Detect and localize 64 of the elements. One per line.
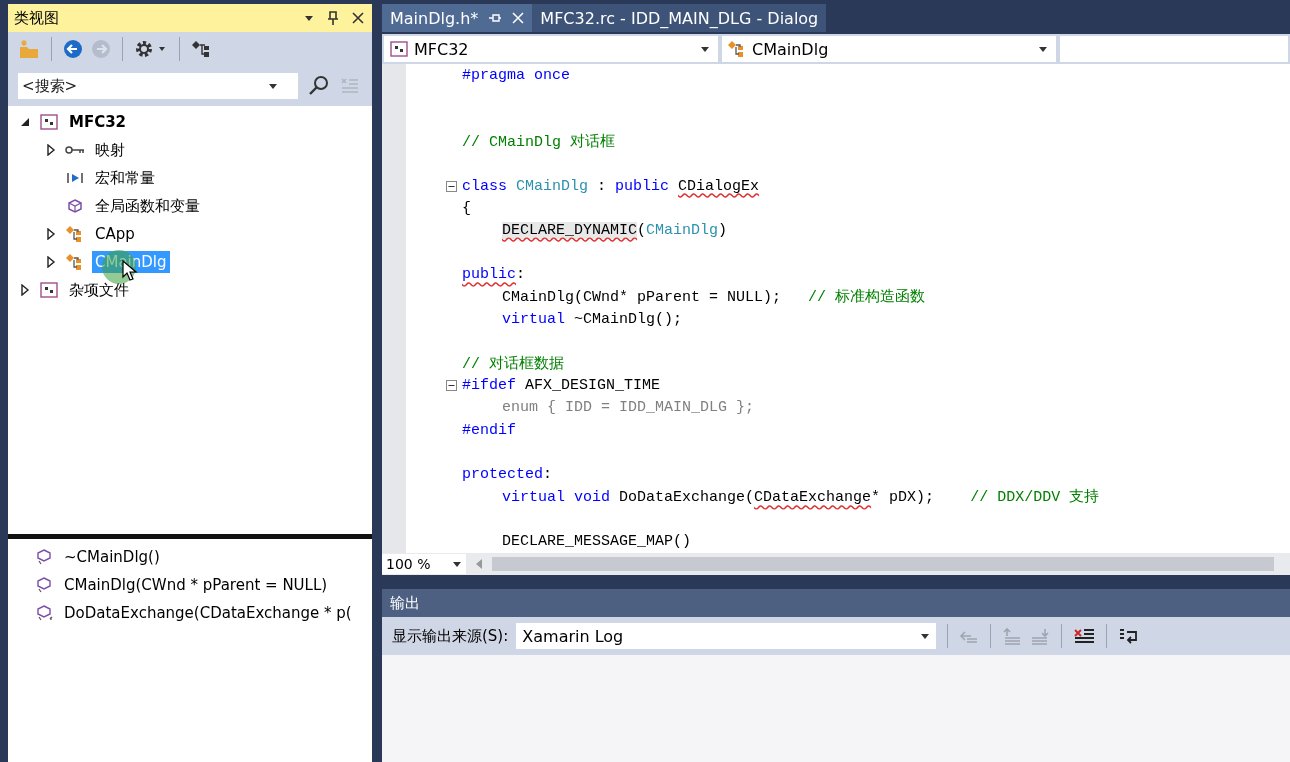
code-line: #ifdef AFX_DESIGN_TIME [462,377,661,395]
cube-icon [68,199,82,213]
pin-icon[interactable] [328,11,338,25]
code-line: public: [462,266,526,284]
code-line: enum { IDD = IDD_MAIN_DLG }; [502,399,755,417]
caret-icon[interactable] [920,632,931,640]
code-line: class CMainDlg : public CDialogEx [462,177,760,195]
tree-item[interactable]: MFC32 [66,111,130,133]
search-icon[interactable] [308,75,330,97]
source-dropdown[interactable]: Xamarin Log [516,623,937,649]
scrollbar-thumb[interactable] [492,557,1274,571]
back-icon[interactable] [63,39,83,59]
close-icon[interactable] [352,12,364,24]
member-item[interactable]: ~CMainDlg() [64,548,160,566]
dropdown-icon[interactable] [304,14,314,22]
key-icon [65,145,85,155]
code-line: virtual ~CMainDlg(); [502,310,683,328]
expand-arrow-icon[interactable] [46,228,56,240]
tab-label: MainDlg.h* [390,8,479,28]
code-line: // 对话框数据 [462,354,564,374]
caret-icon[interactable] [700,45,710,53]
document-tab[interactable]: MFC32.rc - IDD_MAIN_DLG - Dialog [532,4,827,32]
collapse-arrow-icon[interactable] [20,117,30,127]
code-line: virtual void DoDataExchange(CDataExchange* pDX); // DDX/DDV 支持 [502,487,1100,507]
code-line: DECLARE_DYNAMIC(CMainDlg) [502,221,728,239]
project-icon [40,282,58,298]
clear-all-icon[interactable] [1073,626,1096,646]
project-icon [390,41,408,57]
panel-title: 类视图 [14,8,59,28]
tree-item[interactable]: 全局函数和变量 [92,194,203,218]
tree-item[interactable]: 杂项文件 [66,278,132,302]
code-line: CMainDlg(CWnd* pParent = NULL); // 标准构造函数 [502,287,926,307]
collapse-block-icon[interactable] [446,180,457,192]
code-line: #pragma once [462,66,571,84]
caret-icon[interactable] [268,82,278,90]
collapse-block-icon[interactable] [446,380,457,392]
method-icon [36,549,54,565]
tree-item[interactable]: 宏和常量 [92,166,158,190]
member-item[interactable]: CMainDlg(CWnd * pParent = NULL) [64,576,328,594]
expand-arrow-icon[interactable] [46,256,56,268]
protected-method-icon [36,605,54,621]
caret-icon[interactable] [452,560,462,568]
code-line: // CMainDlg 对话框 [462,132,616,152]
search-box[interactable]: <搜索> [18,73,298,99]
tree-item[interactable]: CApp [92,223,138,245]
code-line: DECLARE_MESSAGE_MAP() [502,532,692,550]
zoom-dropdown[interactable]: 100 % [382,554,466,574]
code-line: #endif [462,421,516,439]
expand-arrow-icon[interactable] [46,144,56,156]
tree-item[interactable]: 映射 [92,138,128,162]
method-icon [36,577,54,593]
panel-title: 输出 [390,593,420,613]
source-label: 显示输出来源(S): [392,626,509,646]
macro-icon [67,172,83,184]
project-icon [40,114,58,130]
code-line: { [462,199,471,217]
settings-icon[interactable] [134,38,168,60]
caret-icon[interactable] [1038,45,1048,53]
navigation-dropdown[interactable]: CMainDlg [722,36,1056,62]
code-line: protected: [462,465,553,483]
member-item[interactable]: DoDataExchange(CDataExchange * p( [64,604,352,622]
tab-label: MFC32.rc - IDD_MAIN_DLG - Dialog [540,8,819,28]
navigation-dropdown[interactable]: MFC32 [384,36,718,62]
expand-arrow-icon[interactable] [20,284,30,296]
